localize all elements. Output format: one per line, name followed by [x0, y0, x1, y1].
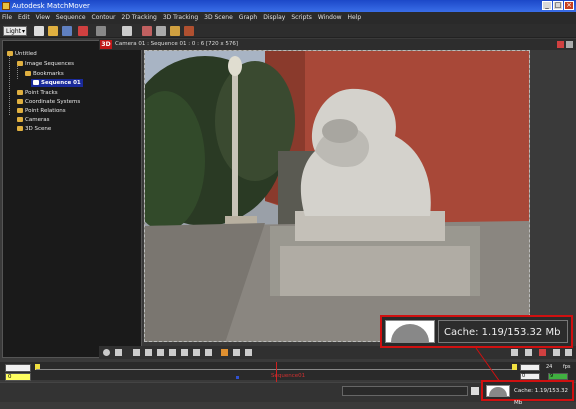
hammer-icon[interactable] [184, 26, 194, 36]
mode-select[interactable]: Light [3, 26, 27, 37]
rotate-icon[interactable] [553, 349, 560, 356]
play-icon[interactable] [181, 349, 188, 356]
tree-3d-scene[interactable]: 3D Scene [17, 125, 51, 133]
start-frame-field[interactable]: 0 [5, 373, 31, 381]
record-icon[interactable] [103, 349, 110, 356]
menu-edit[interactable]: Edit [18, 12, 30, 24]
title-bar: Autodesk MatchMover _ □ × [0, 0, 576, 12]
fit-icon[interactable] [565, 349, 572, 356]
menu-window[interactable]: Window [318, 12, 342, 24]
menu-2d-tracking[interactable]: 2D Tracking [122, 12, 157, 24]
tree-bookmarks[interactable]: Bookmarks [25, 70, 64, 78]
menu-display[interactable]: Display [263, 12, 285, 24]
go-end-icon[interactable] [205, 349, 212, 356]
loop-icon[interactable] [221, 349, 228, 356]
toolbar: Light [0, 24, 576, 38]
save-icon[interactable] [62, 26, 72, 36]
menu-bar: File Edit View Sequence Contour 2D Track… [0, 12, 576, 24]
brush-icon[interactable] [78, 26, 88, 36]
cache-icon-box [385, 320, 435, 343]
end-frame-field[interactable] [520, 364, 540, 371]
end-handle-icon[interactable] [512, 364, 517, 370]
folder-icon [7, 51, 13, 56]
snapshot-icon[interactable] [245, 349, 252, 356]
marker-label: Sequence01 [271, 373, 306, 379]
step-forward-icon[interactable] [193, 349, 200, 356]
tree-image-sequences[interactable]: Image Sequences [17, 60, 74, 68]
disk-gauge-icon-small [489, 387, 507, 396]
folder-icon [17, 108, 23, 113]
cache-icon-box-small [486, 385, 510, 397]
wand-icon[interactable] [122, 26, 132, 36]
menu-graph[interactable]: Graph [239, 12, 257, 24]
minimize-button[interactable]: _ [542, 1, 552, 10]
menu-file[interactable]: File [2, 12, 12, 24]
playhead-marker[interactable] [276, 362, 277, 382]
camera-icon[interactable] [115, 349, 122, 356]
maximize-button[interactable]: □ [553, 1, 563, 10]
play-back-icon[interactable] [157, 349, 164, 356]
pin-icon[interactable] [557, 41, 564, 48]
key-marker [236, 376, 239, 379]
range-start-field[interactable] [5, 364, 31, 372]
folder-icon [17, 126, 23, 131]
tree-sequence-01[interactable]: Sequence 01 [31, 79, 83, 87]
cache-status: Cache: 1.19/153.32 Mb [481, 380, 574, 406]
menu-3d-scene[interactable]: 3D Scene [204, 12, 233, 24]
open-folder-icon[interactable] [48, 26, 58, 36]
folder-icon [17, 99, 23, 104]
tree-root[interactable]: Untitled [7, 50, 37, 58]
cursor-icon[interactable] [96, 26, 106, 36]
cache-text-small: Cache: 1.19/153.32 Mb [514, 388, 569, 406]
menu-sequence[interactable]: Sequence [56, 12, 86, 24]
app-icon [2, 2, 10, 10]
image-viewport[interactable] [144, 50, 530, 342]
settings-icon[interactable] [233, 349, 240, 356]
axis-icon[interactable] [539, 349, 546, 356]
folder-icon [17, 90, 23, 95]
menu-view[interactable]: View [36, 12, 50, 24]
folder-icon [17, 61, 23, 66]
sequence-icon [33, 80, 39, 85]
cache-callout-large: Cache: 1.19/153.32 Mb [380, 315, 573, 348]
viewer-header: 3D Camera 01 : Sequence 01 : 0 : 6 [720 … [99, 39, 576, 50]
close-button[interactable]: × [564, 1, 574, 10]
current-frame-field[interactable]: 0 [520, 373, 540, 380]
wand-status-icon[interactable] [471, 387, 479, 395]
folder-icon [25, 71, 31, 76]
stop-icon[interactable] [169, 349, 176, 356]
project-tree: Untitled Image Sequences Bookmarks Seque… [2, 40, 142, 358]
menu-3d-tracking[interactable]: 3D Tracking [163, 12, 198, 24]
progress-bar [342, 386, 468, 396]
track-icon[interactable] [156, 26, 166, 36]
tree-coordinate-systems[interactable]: Coordinate Systems [17, 98, 80, 106]
right-value-field[interactable]: 9 [548, 373, 568, 380]
viewer-info: Camera 01 : Sequence 01 : 0 : 6 [720 x 5… [115, 41, 239, 47]
tree-point-relations[interactable]: Point Relations [17, 107, 66, 115]
solve-icon[interactable] [170, 26, 180, 36]
step-back-icon[interactable] [145, 349, 152, 356]
go-start-icon[interactable] [133, 349, 140, 356]
end-frame-value: 24 [546, 364, 553, 370]
window-title: Autodesk MatchMover [12, 2, 90, 10]
menu-help[interactable]: Help [348, 12, 362, 24]
pan-icon[interactable] [525, 349, 532, 356]
tree-cameras[interactable]: Cameras [17, 116, 49, 124]
timeline-track [36, 369, 514, 370]
disk-gauge-icon [391, 324, 429, 342]
cache-text-large: Cache: 1.19/153.32 Mb [438, 320, 568, 343]
tools-icon[interactable] [566, 41, 573, 48]
fps-label: fps [563, 364, 571, 370]
frame-image [145, 51, 529, 341]
window-controls: _ □ × [542, 1, 574, 10]
new-file-icon[interactable] [34, 26, 44, 36]
folder-icon [17, 117, 23, 122]
menu-scripts[interactable]: Scripts [291, 12, 312, 24]
move-icon[interactable] [511, 349, 518, 356]
film-icon[interactable] [142, 26, 152, 36]
3d-badge[interactable]: 3D [100, 40, 112, 49]
tree-point-tracks[interactable]: Point Tracks [17, 89, 58, 97]
menu-contour[interactable]: Contour [92, 12, 116, 24]
